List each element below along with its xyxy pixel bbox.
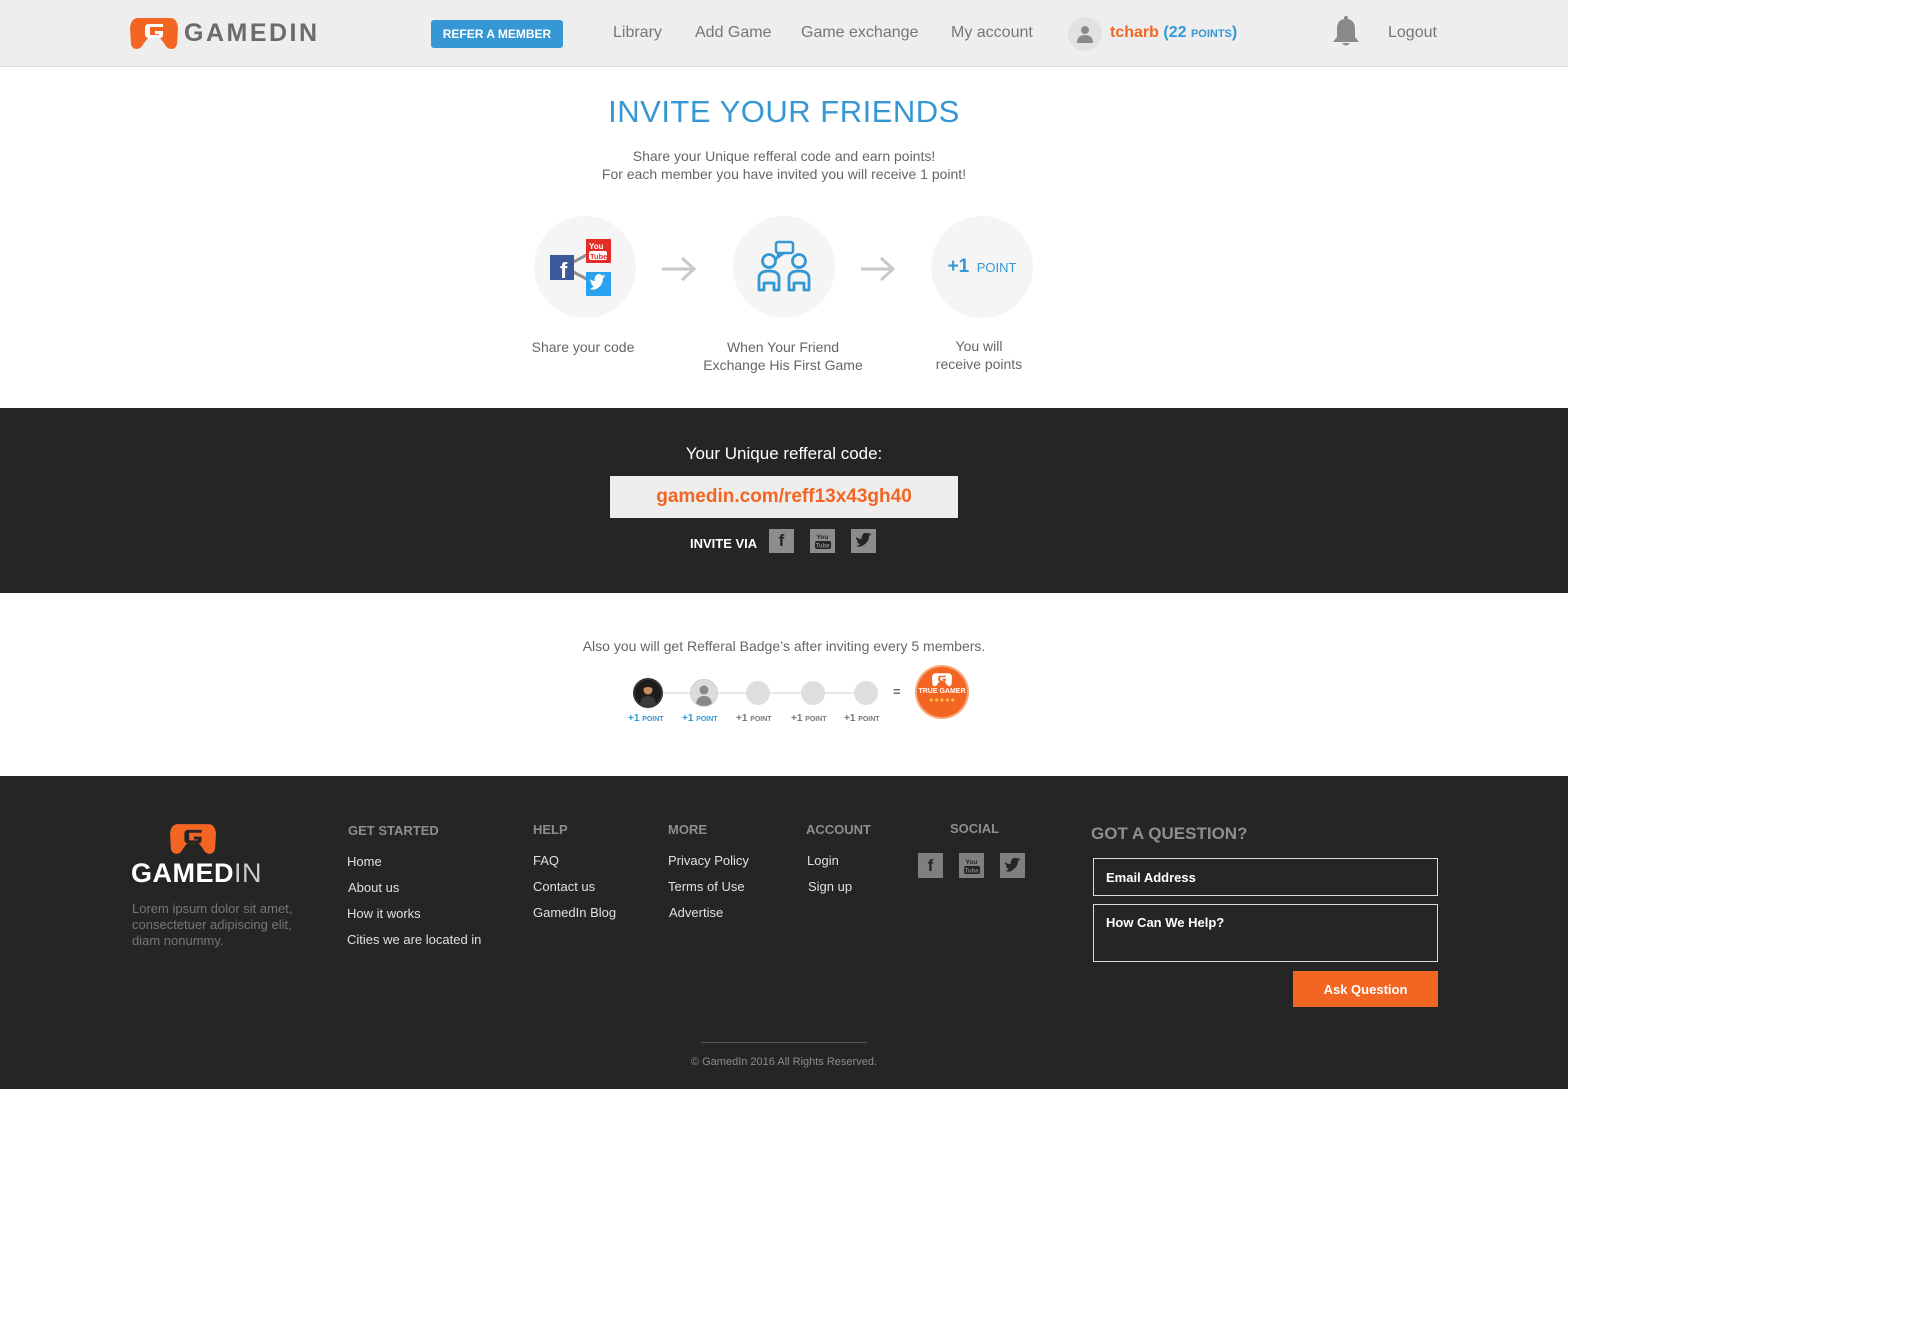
badge-info-text: Also you will get Refferal Badge’s after…	[582, 638, 986, 654]
footer-link-cities[interactable]: Cities we are located in	[347, 932, 481, 947]
svg-text:Tube: Tube	[815, 544, 830, 550]
step-caption-share: Share your code	[531, 339, 635, 355]
footer-divider	[701, 1042, 867, 1043]
svg-text:Tube: Tube	[590, 252, 607, 261]
step-caption-points: You will receive points	[935, 338, 1023, 372]
footer-brand-name: GAMEDIN	[131, 858, 262, 888]
user-icon	[1077, 26, 1093, 43]
brand-name: GAMEDIN	[184, 18, 320, 47]
point-label: +1 POINT	[628, 713, 664, 724]
invite-subtitle-line2: For each member you have invited you wil…	[601, 166, 967, 182]
help-message-field[interactable]	[1093, 904, 1438, 962]
arrow-right-icon	[662, 256, 697, 282]
step-share-circle: f You Tube	[534, 216, 636, 318]
step-caption-friend: When Your Friend Exchange His First Game	[703, 339, 863, 373]
svg-text:f: f	[560, 258, 568, 283]
referral-code-label: Your Unique refferal code:	[685, 444, 883, 463]
email-field[interactable]	[1093, 858, 1438, 896]
youtube-icon[interactable]: You Tube	[810, 529, 835, 553]
footer-heading-get-started: GET STARTED	[348, 823, 439, 838]
footer-heading-social: SOCIAL	[950, 821, 1000, 836]
footer-link-terms[interactable]: Terms of Use	[668, 879, 745, 894]
invite-via-label: INVITE VIA	[690, 536, 758, 551]
point-value: +1	[947, 256, 970, 277]
arrow-right-icon	[861, 256, 896, 282]
copyright-text: © GamedIn 2016 All Rights Reserved.	[690, 1056, 878, 1068]
footer-link-login[interactable]: Login	[807, 853, 839, 868]
step-friend-circle	[733, 216, 835, 318]
step-points-circle: +1 POINT	[931, 216, 1033, 318]
nav-game-exchange[interactable]: Game exchange	[801, 24, 918, 42]
twitter-icon[interactable]	[851, 529, 876, 553]
user-icon	[696, 685, 712, 706]
point-label: +1 POINT	[791, 713, 827, 724]
badge-stars: ★★★★★	[928, 698, 956, 704]
top-navbar: GAMEDIN REFER A MEMBER Library Add Game …	[0, 0, 1568, 67]
equals-sign: =	[893, 684, 901, 699]
nav-add-game[interactable]: Add Game	[695, 24, 771, 42]
gamepad-g-logo-icon[interactable]	[170, 822, 216, 855]
refer-member-button[interactable]: REFER A MEMBER	[431, 20, 563, 48]
footer-link-advertise[interactable]: Advertise	[669, 905, 723, 920]
facebook-icon[interactable]: f	[918, 853, 943, 878]
footer-link-blog[interactable]: GamedIn Blog	[533, 905, 616, 920]
points-count: (22 POINTS)	[1163, 24, 1238, 41]
point-label: +1 POINT	[844, 713, 880, 724]
nav-my-account[interactable]: My account	[951, 24, 1033, 42]
gamepad-g-logo-icon	[130, 18, 178, 49]
username: tcharb	[1110, 24, 1159, 41]
footer-link-about-us[interactable]: About us	[348, 880, 399, 895]
invite-subtitle-line1: Share your Unique refferal code and earn…	[632, 148, 936, 164]
ask-question-button[interactable]: Ask Question	[1293, 971, 1438, 1007]
friends-icon	[757, 240, 811, 292]
plus-point-icon: +1 POINT	[931, 256, 1033, 278]
question-form-title: GOT A QUESTION?	[1091, 824, 1248, 843]
footer-link-contact-us[interactable]: Contact us	[533, 879, 595, 894]
footer-heading-help: HELP	[533, 822, 568, 837]
svg-text:You: You	[589, 242, 604, 251]
gamedin-logo[interactable]: GAMEDIN	[130, 15, 320, 51]
nav-library[interactable]: Library	[613, 24, 662, 42]
svg-text:You: You	[965, 859, 977, 866]
share-networks-icon: f You Tube	[550, 239, 611, 296]
invited-member-avatar[interactable]	[690, 679, 718, 707]
footer-link-privacy[interactable]: Privacy Policy	[668, 853, 749, 868]
footer-link-home[interactable]: Home	[347, 854, 382, 869]
true-gamer-badge: TRUE GAMER ★★★★★	[917, 667, 967, 717]
notifications-bell-icon[interactable]	[1332, 16, 1360, 53]
facebook-icon[interactable]: f	[769, 529, 794, 553]
user-points-display[interactable]: tcharb (22 POINTS)	[1110, 24, 1237, 42]
point-label: +1 POINT	[682, 713, 718, 724]
footer-link-signup[interactable]: Sign up	[808, 879, 852, 894]
youtube-icon[interactable]: You Tube	[959, 853, 984, 878]
empty-slot-dot	[854, 681, 878, 705]
gamepad-g-logo-icon	[932, 673, 952, 687]
svg-text:Tube: Tube	[964, 868, 979, 874]
empty-slot-dot	[746, 681, 770, 705]
logout-link[interactable]: Logout	[1388, 24, 1437, 42]
footer-link-how-it-works[interactable]: How it works	[347, 906, 421, 921]
point-label: +1 POINT	[736, 713, 772, 724]
invite-title: INVITE YOUR FRIENDS	[608, 94, 960, 129]
point-unit: POINT	[976, 260, 1017, 275]
user-avatar[interactable]	[1068, 17, 1102, 51]
referral-code-field[interactable]: gamedin.com/reff13x43gh40	[610, 476, 958, 518]
badge-title: TRUE GAMER	[918, 688, 966, 695]
invited-member-avatar[interactable]	[633, 678, 663, 708]
footer-description: Lorem ipsum dolor sit amet, consectetuer…	[132, 901, 293, 948]
footer-heading-more: MORE	[668, 822, 707, 837]
footer-heading-account: ACCOUNT	[806, 822, 871, 837]
footer-link-faq[interactable]: FAQ	[533, 853, 559, 868]
svg-text:You: You	[816, 534, 828, 541]
empty-slot-dot	[801, 681, 825, 705]
twitter-icon[interactable]	[1000, 853, 1025, 878]
